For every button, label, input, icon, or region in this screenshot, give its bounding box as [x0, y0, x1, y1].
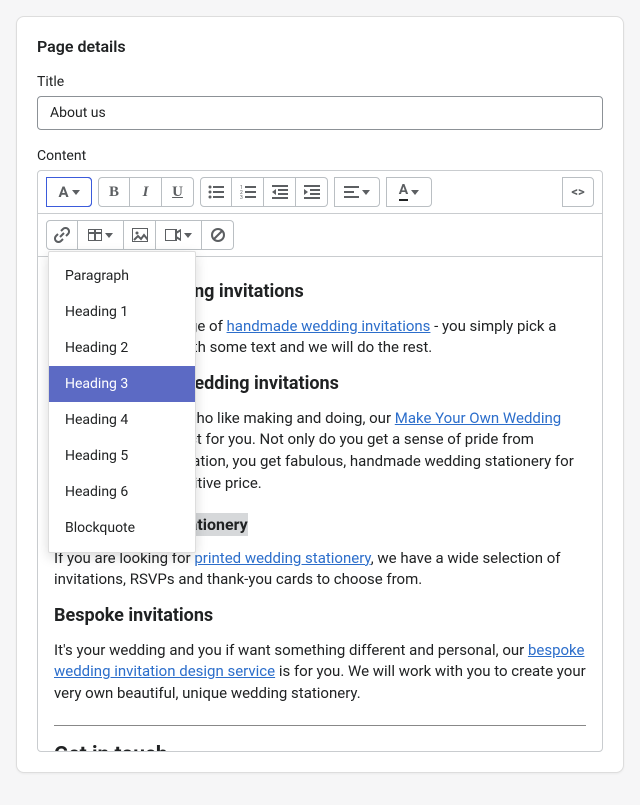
title-label: Title: [37, 74, 603, 90]
card-title: Page details: [37, 37, 603, 56]
horizontal-rule: [54, 725, 586, 726]
text: It's your wedding and you if want someth…: [54, 641, 528, 659]
format-option-blockquote[interactable]: Blockquote: [49, 510, 195, 546]
toolbar-row-1: A B I U 1: [38, 171, 602, 214]
format-option-heading-2[interactable]: Heading 2: [49, 330, 195, 366]
bold-icon: B: [109, 184, 119, 201]
italic-button[interactable]: I: [130, 177, 162, 207]
rich-text-editor: A B I U 1: [37, 170, 603, 752]
heading-cutoff: Get in touch: [54, 740, 586, 751]
video-dropdown-button[interactable]: [156, 220, 202, 250]
format-dropdown-button[interactable]: A: [46, 177, 92, 207]
content-link[interactable]: handmade wedding invitations: [227, 317, 431, 335]
caret-down-icon: [105, 233, 113, 238]
caret-down-icon: [411, 190, 419, 195]
format-a-icon: A: [58, 183, 68, 201]
caret-down-icon: [72, 190, 80, 195]
numbered-list-button[interactable]: 1 2 3: [232, 177, 264, 207]
table-icon: [88, 229, 102, 241]
format-option-paragraph[interactable]: Paragraph: [49, 258, 195, 294]
paragraph: It's your wedding and you if want someth…: [54, 640, 586, 705]
outdent-button[interactable]: [264, 177, 296, 207]
numbered-list-icon: 1 2 3: [240, 185, 256, 199]
format-option-heading-3[interactable]: Heading 3: [49, 366, 195, 402]
caret-down-icon: [362, 190, 370, 195]
content-link[interactable]: printed wedding stationery: [194, 549, 370, 567]
link-button[interactable]: [46, 220, 78, 250]
svg-text:3: 3: [240, 195, 243, 199]
underline-button[interactable]: U: [162, 177, 194, 207]
image-button[interactable]: [124, 220, 156, 250]
bullet-list-icon: [208, 185, 224, 199]
video-icon: [165, 229, 181, 241]
indent-icon: [304, 185, 320, 199]
content-label: Content: [37, 148, 603, 164]
format-option-heading-6[interactable]: Heading 6: [49, 474, 195, 510]
outdent-icon: [272, 185, 288, 199]
clear-formatting-icon: [210, 227, 226, 243]
align-left-icon: [344, 186, 359, 198]
table-dropdown-button[interactable]: [78, 220, 124, 250]
italic-icon: I: [143, 184, 149, 201]
text-color-dropdown-button[interactable]: A: [386, 177, 432, 207]
indent-button[interactable]: [296, 177, 328, 207]
format-option-heading-4[interactable]: Heading 4: [49, 402, 195, 438]
clear-formatting-button[interactable]: [202, 220, 234, 250]
format-option-heading-5[interactable]: Heading 5: [49, 438, 195, 474]
text-color-icon: A: [399, 183, 408, 201]
format-option-heading-1[interactable]: Heading 1: [49, 294, 195, 330]
title-input[interactable]: [37, 96, 603, 130]
paragraph: If you are looking for printed wedding s…: [54, 548, 586, 592]
html-view-button[interactable]: <>: [562, 177, 594, 207]
code-icon: <>: [571, 185, 584, 200]
page-details-card: Page details Title Content A B I U: [16, 16, 624, 773]
format-dropdown-menu: Paragraph Heading 1 Heading 2 Heading 3 …: [48, 251, 196, 553]
caret-down-icon: [184, 233, 192, 238]
underline-icon: U: [172, 184, 183, 201]
heading: Bespoke invitations: [54, 605, 586, 628]
bullet-list-button[interactable]: [200, 177, 232, 207]
image-icon: [132, 228, 148, 242]
bold-button[interactable]: B: [98, 177, 130, 207]
link-icon: [54, 227, 70, 243]
align-dropdown-button[interactable]: [334, 177, 380, 207]
